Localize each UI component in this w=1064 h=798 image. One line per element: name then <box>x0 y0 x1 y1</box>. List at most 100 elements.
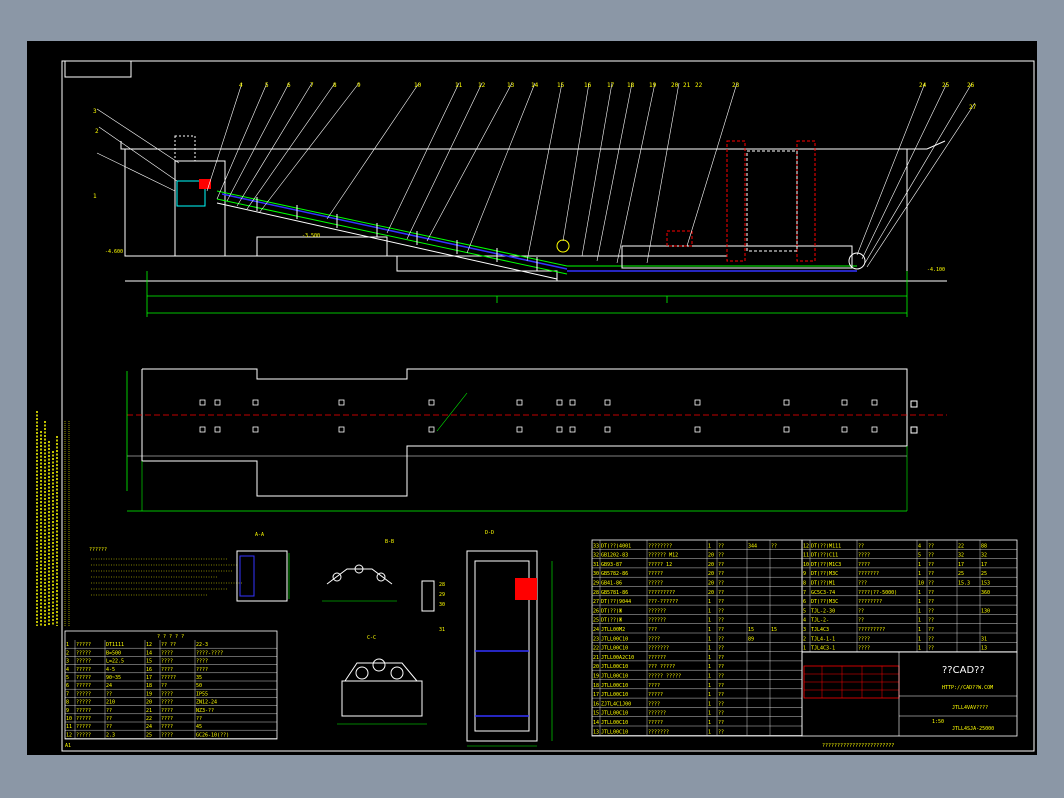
table-cell: JTLL00C10 <box>601 711 628 717</box>
table-cell: 45 <box>196 724 202 730</box>
callout-25: 25 <box>942 82 950 89</box>
table-cell: GB41-86 <box>601 581 622 587</box>
table-cell: 24 <box>106 683 112 689</box>
table-cell: 6 <box>803 599 806 605</box>
table-cell: DT(??)M1 <box>811 581 835 587</box>
table-cell: 22 <box>146 716 152 722</box>
table-cell: ?? <box>161 683 167 689</box>
table-cell: ????? <box>648 692 663 698</box>
table-cell: DT(??)M3C <box>811 599 838 605</box>
table-cell: DT(??)9044 <box>601 599 631 605</box>
table-cell: 3 <box>803 627 806 633</box>
table-cell: ?? <box>196 716 202 722</box>
table-cell: ??? <box>858 581 867 587</box>
table-cell: JTLL00C10 <box>601 720 628 726</box>
table-cell: ???? <box>648 636 660 642</box>
table-cell: 29 <box>593 581 599 587</box>
table-cell: 32 <box>958 553 964 559</box>
table-cell: 1 <box>708 608 711 614</box>
left-parts-table: ? ? ? ? ? 1????? DT1111 12?? ?? 22-32????? B… <box>64 630 278 740</box>
table-cell: 12 <box>66 732 72 738</box>
table-cell: 17 <box>146 675 152 681</box>
table-cell: 1 <box>708 720 711 726</box>
callout-2: 2 <box>95 128 99 135</box>
table-cell: DT(??)M1C3 <box>811 562 841 568</box>
table-cell: ?? <box>106 691 112 697</box>
table-cell: ??????? <box>648 729 669 735</box>
table-cell: 7 <box>803 590 806 596</box>
table-cell: ????????? <box>858 627 885 633</box>
table-cell: ????? <box>76 700 91 706</box>
table-cell: ?? <box>106 724 112 730</box>
table-cell: DT(??)Ж <box>601 608 622 614</box>
table-cell: 1 <box>918 562 921 568</box>
table-cell: ?????? M12 <box>648 553 678 559</box>
table-cell: 1 <box>708 692 711 698</box>
table-cell: 4 <box>803 618 806 624</box>
elevation-view <box>96 82 976 317</box>
table-cell: 1 <box>708 599 711 605</box>
table-cell: 24 <box>146 724 152 730</box>
table-cell: IP55 <box>196 691 208 697</box>
table-cell: 1 <box>708 543 711 549</box>
cad-drawing-viewport[interactable]: 1 2 3 4 5 6 7 8 9 10 11 12 13 14 15 16 1… <box>27 41 1037 755</box>
table-cell: GB5782-86 <box>601 571 628 577</box>
table-cell: GB93-87 <box>601 562 622 568</box>
table-cell: ?? <box>718 599 724 605</box>
table-cell: 15 <box>593 711 599 717</box>
cad-drawing-canvas[interactable]: 1 2 3 4 5 6 7 8 9 10 11 12 13 14 15 16 1… <box>27 41 1037 755</box>
callout-28: 28 <box>439 582 445 588</box>
table-cell: 1 <box>918 599 921 605</box>
table-cell: 8 <box>803 581 806 587</box>
table-cell: 1 <box>918 608 921 614</box>
section-label-bb: B-B <box>385 539 394 545</box>
table-cell: GB5781-86 <box>601 590 628 596</box>
table-cell: 33 <box>593 543 599 549</box>
section-label-cc: C-C <box>367 635 376 641</box>
table-cell: 6 <box>66 683 69 689</box>
table-cell: 16 <box>593 701 599 707</box>
table-cell: ????? <box>648 581 663 587</box>
callout-22: 22 <box>695 82 703 89</box>
table-cell: 32 <box>981 553 987 559</box>
plan-view <box>126 368 947 512</box>
table-cell: 89 <box>748 636 754 642</box>
table-cell: 21 <box>146 708 152 714</box>
table-cell: GC26-10(??) <box>196 732 229 738</box>
table-cell: ???? <box>858 646 870 652</box>
table-cell: 25 <box>593 618 599 624</box>
table-cell: TJL4-1-1 <box>811 636 835 642</box>
table-cell: ?? <box>928 562 934 568</box>
table-cell: 130 <box>981 608 990 614</box>
table-cell: 14 <box>146 650 152 656</box>
table-cell: 25 <box>146 732 152 738</box>
table-cell: 13 <box>981 646 987 652</box>
table-cell: ?? <box>718 674 724 680</box>
table-cell: 1 <box>708 729 711 735</box>
table-cell: ?????? <box>648 608 666 614</box>
table-cell: 1 <box>708 627 711 633</box>
table-cell: 5 <box>66 675 69 681</box>
table-cell: 17 <box>593 692 599 698</box>
table-cell: ?? <box>858 618 864 624</box>
elevation-right: -4.100 <box>927 267 945 273</box>
table-cell: 20 <box>708 581 714 587</box>
table-cell: 88 <box>981 543 987 549</box>
table-cell: ????? <box>76 716 91 722</box>
table-cell: ????? <box>76 724 91 730</box>
callout-26: 26 <box>967 82 975 89</box>
table-cell: ?? <box>718 562 724 568</box>
table-cell: 25 <box>981 571 987 577</box>
table-cell: 14 <box>593 720 599 726</box>
callout-14: 14 <box>531 82 539 89</box>
table-cell: DT1111 <box>106 642 124 648</box>
callout-31: 31 <box>439 627 445 633</box>
table-cell: ???? <box>161 659 173 665</box>
table-cell: ??????? <box>858 571 879 577</box>
table-cell: ?? <box>928 618 934 624</box>
table-cell: 25 <box>958 571 964 577</box>
table-cell: 360 <box>981 590 990 596</box>
table-cell: L=22.5 <box>106 659 124 665</box>
table-cell: 15 <box>771 627 777 633</box>
table-cell: 1 <box>918 627 921 633</box>
